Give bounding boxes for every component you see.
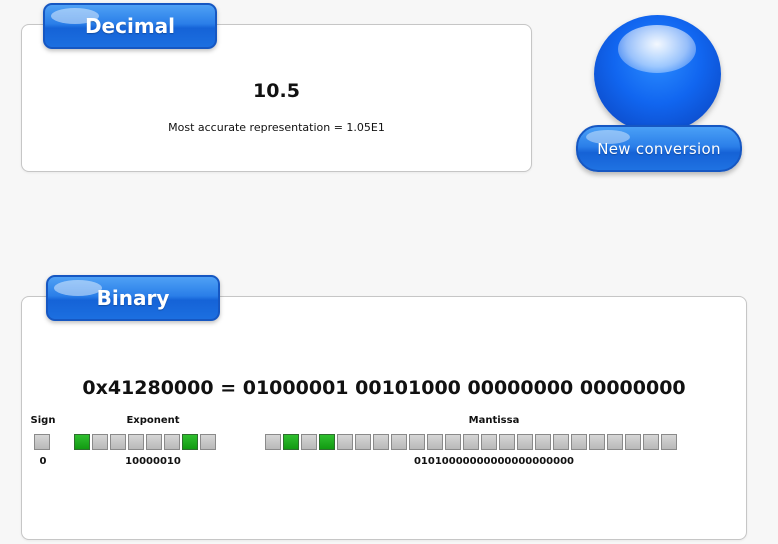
exponent-bit-toggle[interactable]	[128, 434, 144, 450]
mantissa-bit-toggle[interactable]	[607, 434, 623, 450]
mantissa-bit-row	[265, 434, 677, 450]
mantissa-bit-toggle[interactable]	[499, 434, 515, 450]
sign-label: Sign	[30, 415, 56, 426]
mantissa-bit-toggle[interactable]	[409, 434, 425, 450]
exponent-label: Exponent	[126, 415, 180, 426]
new-conversion-label: New conversion	[597, 139, 721, 158]
mantissa-bit-toggle[interactable]	[337, 434, 353, 450]
exponent-bit-toggle[interactable]	[92, 434, 108, 450]
mantissa-value: 01010000000000000000000	[413, 456, 575, 467]
sign-value: 0	[39, 456, 47, 467]
sign-bit-toggle[interactable]	[34, 434, 50, 450]
exponent-value: 10000010	[125, 456, 181, 467]
decimal-header-label: Decimal	[84, 14, 176, 38]
mantissa-bit-toggle[interactable]	[625, 434, 641, 450]
exponent-bit-toggle[interactable]	[200, 434, 216, 450]
mantissa-bit-toggle[interactable]	[643, 434, 659, 450]
mantissa-bit-toggle[interactable]	[481, 434, 497, 450]
mantissa-bit-toggle[interactable]	[265, 434, 281, 450]
decimal-value: 10.5	[253, 80, 300, 102]
mantissa-bit-toggle[interactable]	[517, 434, 533, 450]
new-conversion-pill[interactable]: New conversion	[576, 125, 742, 172]
mantissa-bit-toggle[interactable]	[319, 434, 335, 450]
mantissa-bit-toggle[interactable]	[661, 434, 677, 450]
mantissa-label: Mantissa	[468, 415, 520, 426]
hex-binary-equation: 0x41280000 = 01000001 00101000 00000000 …	[82, 377, 686, 399]
blue-orb-icon[interactable]	[594, 15, 721, 133]
mantissa-bit-toggle[interactable]	[589, 434, 605, 450]
binary-header-label: Binary	[96, 286, 170, 310]
mantissa-bit-toggle[interactable]	[427, 434, 443, 450]
decimal-header-tab: Decimal	[43, 3, 217, 49]
mantissa-bit-toggle[interactable]	[445, 434, 461, 450]
mantissa-bit-toggle[interactable]	[301, 434, 317, 450]
mantissa-bit-toggle[interactable]	[535, 434, 551, 450]
mantissa-bit-toggle[interactable]	[553, 434, 569, 450]
mantissa-bit-toggle[interactable]	[373, 434, 389, 450]
exponent-bit-toggle[interactable]	[74, 434, 90, 450]
new-conversion-button[interactable]: New conversion	[575, 15, 743, 175]
exponent-bit-toggle[interactable]	[110, 434, 126, 450]
exponent-bit-row	[74, 434, 216, 450]
mantissa-bit-toggle[interactable]	[463, 434, 479, 450]
mantissa-bit-toggle[interactable]	[355, 434, 371, 450]
exponent-bit-toggle[interactable]	[146, 434, 162, 450]
exponent-bit-toggle[interactable]	[164, 434, 180, 450]
mantissa-bit-toggle[interactable]	[283, 434, 299, 450]
mantissa-bit-toggle[interactable]	[571, 434, 587, 450]
accurate-representation-text: Most accurate representation = 1.05E1	[168, 121, 385, 134]
sign-bit-row	[34, 434, 50, 450]
binary-panel: 0x41280000 = 01000001 00101000 00000000 …	[21, 296, 747, 540]
binary-header-tab: Binary	[46, 275, 220, 321]
mantissa-bit-toggle[interactable]	[391, 434, 407, 450]
exponent-bit-toggle[interactable]	[182, 434, 198, 450]
